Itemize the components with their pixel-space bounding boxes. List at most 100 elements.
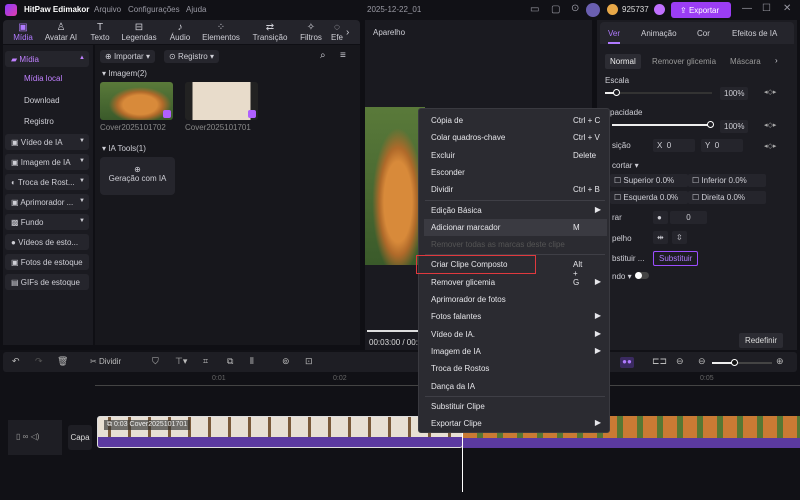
menu-item-substituir-clipe[interactable]: Substituir Clipe bbox=[419, 398, 609, 415]
track-lock-icon[interactable]: ▯ bbox=[16, 432, 20, 441]
escala-value[interactable]: 100% bbox=[720, 87, 749, 100]
opacidade-slider[interactable] bbox=[612, 121, 714, 128]
ia-generation-card[interactable]: ⊕ Geração com IA bbox=[100, 157, 175, 195]
menu-item-imagem-de-ia[interactable]: Imagem de IA ▶ bbox=[419, 343, 609, 360]
escala-slider[interactable] bbox=[605, 89, 712, 96]
zoom-out-icon[interactable]: ⊖ bbox=[698, 356, 706, 367]
position-y-field[interactable]: Y 0 bbox=[701, 139, 743, 152]
ia-tools-header[interactable]: ▾ IA Tools(1) bbox=[102, 144, 146, 153]
chevron-right-icon[interactable]: › bbox=[346, 27, 349, 38]
tab-audio[interactable]: ♪ Áudio bbox=[160, 22, 200, 42]
fit-icon[interactable]: ⊖ bbox=[676, 356, 684, 367]
sidebar-item-download[interactable]: Download bbox=[24, 96, 60, 105]
menu-item-aprimorador-de-fotos[interactable]: Aprimorador de fotos bbox=[419, 291, 609, 308]
tab-efeitos-ia[interactable]: Efeitos de IA bbox=[732, 29, 777, 38]
media-thumbnail-1[interactable] bbox=[100, 82, 173, 120]
slider-knob[interactable] bbox=[707, 121, 714, 128]
sidebar-item-aprimorador[interactable]: ▣ Aprimorador ... ▼ bbox=[5, 194, 89, 210]
redefinir-button[interactable]: Redefinir bbox=[739, 333, 784, 348]
sidebar-item-midia[interactable]: ▰ Mídia ▲ bbox=[5, 51, 89, 67]
resize-icon[interactable]: ⧉ bbox=[227, 356, 233, 367]
menu-item-troca-de-rostos[interactable]: Troca de Rostos bbox=[419, 360, 609, 377]
menu-item-edic-a-o-ba-sica[interactable]: Edição Básica ▶ bbox=[419, 202, 609, 219]
chevron-right-icon[interactable]: › bbox=[775, 56, 778, 65]
sidebar-item-gifs-estoque[interactable]: ▤ GIFs de estoque bbox=[5, 274, 89, 290]
substituir-button[interactable]: Substituir bbox=[653, 251, 699, 266]
snap-icon[interactable]: ●● bbox=[620, 357, 634, 368]
import-button[interactable]: ⊕ Importar ▾ bbox=[100, 50, 155, 63]
track-audio-icon[interactable]: ◁) bbox=[31, 432, 40, 441]
voice-icon[interactable]: ⊚ bbox=[282, 356, 290, 367]
crop-superior-field[interactable]: ☐ Superior 0.0% bbox=[610, 174, 688, 187]
tab-transicao[interactable]: ⇄ Transição bbox=[250, 22, 290, 42]
crop-inferior-field[interactable]: ☐ Inferior 0.0% bbox=[688, 174, 766, 187]
text-tool-icon[interactable]: ⊤▾ bbox=[175, 356, 187, 367]
menu-item-criar-clipe-composto[interactable]: Criar Clipe Composto Alt + G bbox=[416, 255, 582, 287]
menu-arquivo[interactable]: Arquivo bbox=[94, 5, 121, 14]
menu-item-fotos-falantes[interactable]: Fotos falantes ▶ bbox=[419, 308, 609, 325]
marker-icon[interactable]: ⛉ bbox=[152, 356, 159, 367]
delete-icon[interactable]: 🗑 bbox=[57, 356, 68, 367]
sort-icon[interactable]: ≡ bbox=[340, 50, 346, 61]
maximize-icon[interactable]: ☐ bbox=[762, 3, 771, 14]
zoom-slider[interactable] bbox=[712, 359, 772, 366]
zoom-in-icon[interactable]: ⊕ bbox=[776, 356, 784, 367]
layout-icon[interactable]: ▭ bbox=[530, 4, 539, 15]
undo-icon[interactable]: ↶ bbox=[12, 356, 20, 367]
menu-item-esconder[interactable]: Esconder bbox=[419, 164, 609, 181]
menu-item-colar-quadros-chave[interactable]: Colar quadros-chave Ctrl + V bbox=[419, 129, 609, 146]
split-button[interactable]: ✂ Dividir bbox=[90, 357, 121, 366]
tab-cor[interactable]: Cor bbox=[697, 29, 710, 38]
track-link-icon[interactable]: ∞ bbox=[23, 432, 29, 441]
add-credits-icon[interactable] bbox=[654, 4, 665, 15]
link-icon[interactable]: ⊏⊐ bbox=[652, 356, 667, 367]
position-x-field[interactable]: X 0 bbox=[653, 139, 695, 152]
search-icon[interactable]: ⌕ bbox=[320, 50, 326, 61]
menu-item-co-pia-de[interactable]: Cópia de Ctrl + C bbox=[419, 112, 609, 129]
menu-ajuda[interactable]: Ajuda bbox=[186, 5, 206, 14]
flip-vertical-icon[interactable]: ⇳ bbox=[672, 231, 687, 244]
tab-elementos[interactable]: ⁘ Elementos bbox=[201, 22, 241, 42]
sidebar-item-troca-rostos[interactable]: ◐ Troca de Rost... ▼ bbox=[5, 174, 89, 190]
cover-button[interactable]: Capa bbox=[68, 425, 92, 450]
sidebar-item-fundo[interactable]: ▩ Fundo ▼ bbox=[5, 214, 89, 230]
rotate-knob[interactable]: ● bbox=[653, 211, 668, 224]
redo-icon[interactable]: ↷ bbox=[35, 356, 43, 367]
feedback-icon[interactable]: ▢ bbox=[551, 4, 560, 15]
sidebar-item-midia-local[interactable]: Mídia local bbox=[24, 74, 62, 83]
tab-texto[interactable]: T Texto bbox=[80, 22, 120, 42]
tab-legendas[interactable]: ⊟ Legendas bbox=[119, 22, 159, 42]
mirror-icon[interactable]: ⫴ bbox=[250, 356, 254, 367]
timeline-clip-selected[interactable]: ⧉ 0:03 Cover2025101701 bbox=[97, 416, 463, 448]
registro-button[interactable]: ⊙ Registro ▾ bbox=[164, 50, 219, 63]
keyframe-icon[interactable]: ◂◇▸ bbox=[764, 142, 776, 150]
recortar-toggle[interactable]: cortar ▾ bbox=[612, 161, 639, 170]
rotate-value[interactable]: 0 bbox=[670, 211, 707, 224]
sidebar-item-fotos-estoque[interactable]: ▣ Fotos de estoque bbox=[5, 254, 89, 270]
minimize-icon[interactable]: — bbox=[742, 3, 752, 14]
tab-avatar-ai[interactable]: ♙ Avatar AI bbox=[41, 22, 81, 42]
export-frame-icon[interactable]: ⊡ bbox=[305, 356, 313, 367]
menu-item-vi-deo-de-ia[interactable]: Vídeo de IA. ▶ bbox=[419, 326, 609, 343]
menu-item-adicionar-marcador[interactable]: Adicionar marcador M bbox=[424, 218, 607, 236]
subtab-normal[interactable]: Normal bbox=[605, 54, 641, 69]
fundo-toggle[interactable] bbox=[635, 272, 649, 279]
menu-item-remover-glicemia[interactable]: Remover glicemia ▶ bbox=[419, 274, 609, 291]
subtab-mascara[interactable]: Máscara bbox=[730, 57, 761, 66]
menu-configuracoes[interactable]: Configurações bbox=[128, 5, 180, 14]
menu-item-dividir[interactable]: Dividir Ctrl + B bbox=[419, 181, 609, 198]
tab-animacao[interactable]: Animação bbox=[641, 29, 677, 38]
avatar[interactable] bbox=[586, 3, 600, 17]
close-icon[interactable]: ✕ bbox=[783, 3, 791, 14]
sidebar-item-imagem-ia[interactable]: ▣ Imagem de IA ▼ bbox=[5, 154, 89, 170]
tab-ver[interactable]: Ver bbox=[608, 29, 621, 44]
tab-midia[interactable]: ▣ Mídia bbox=[3, 22, 43, 42]
sidebar-item-registro[interactable]: Registro bbox=[24, 117, 54, 126]
keyframe-icon[interactable]: ◂◇▸ bbox=[764, 121, 776, 129]
crop-icon[interactable]: ⌗ bbox=[203, 356, 208, 367]
images-header[interactable]: ▾ Imagem(2) bbox=[102, 69, 147, 78]
menu-item-danc-a-da-ia[interactable]: Dança da IA bbox=[419, 378, 609, 395]
subtab-remover-glicemia[interactable]: Remover glicemia bbox=[652, 57, 716, 66]
flip-horizontal-icon[interactable]: ⇹ bbox=[653, 231, 668, 244]
keyframe-icon[interactable]: ◂◇▸ bbox=[764, 88, 776, 96]
